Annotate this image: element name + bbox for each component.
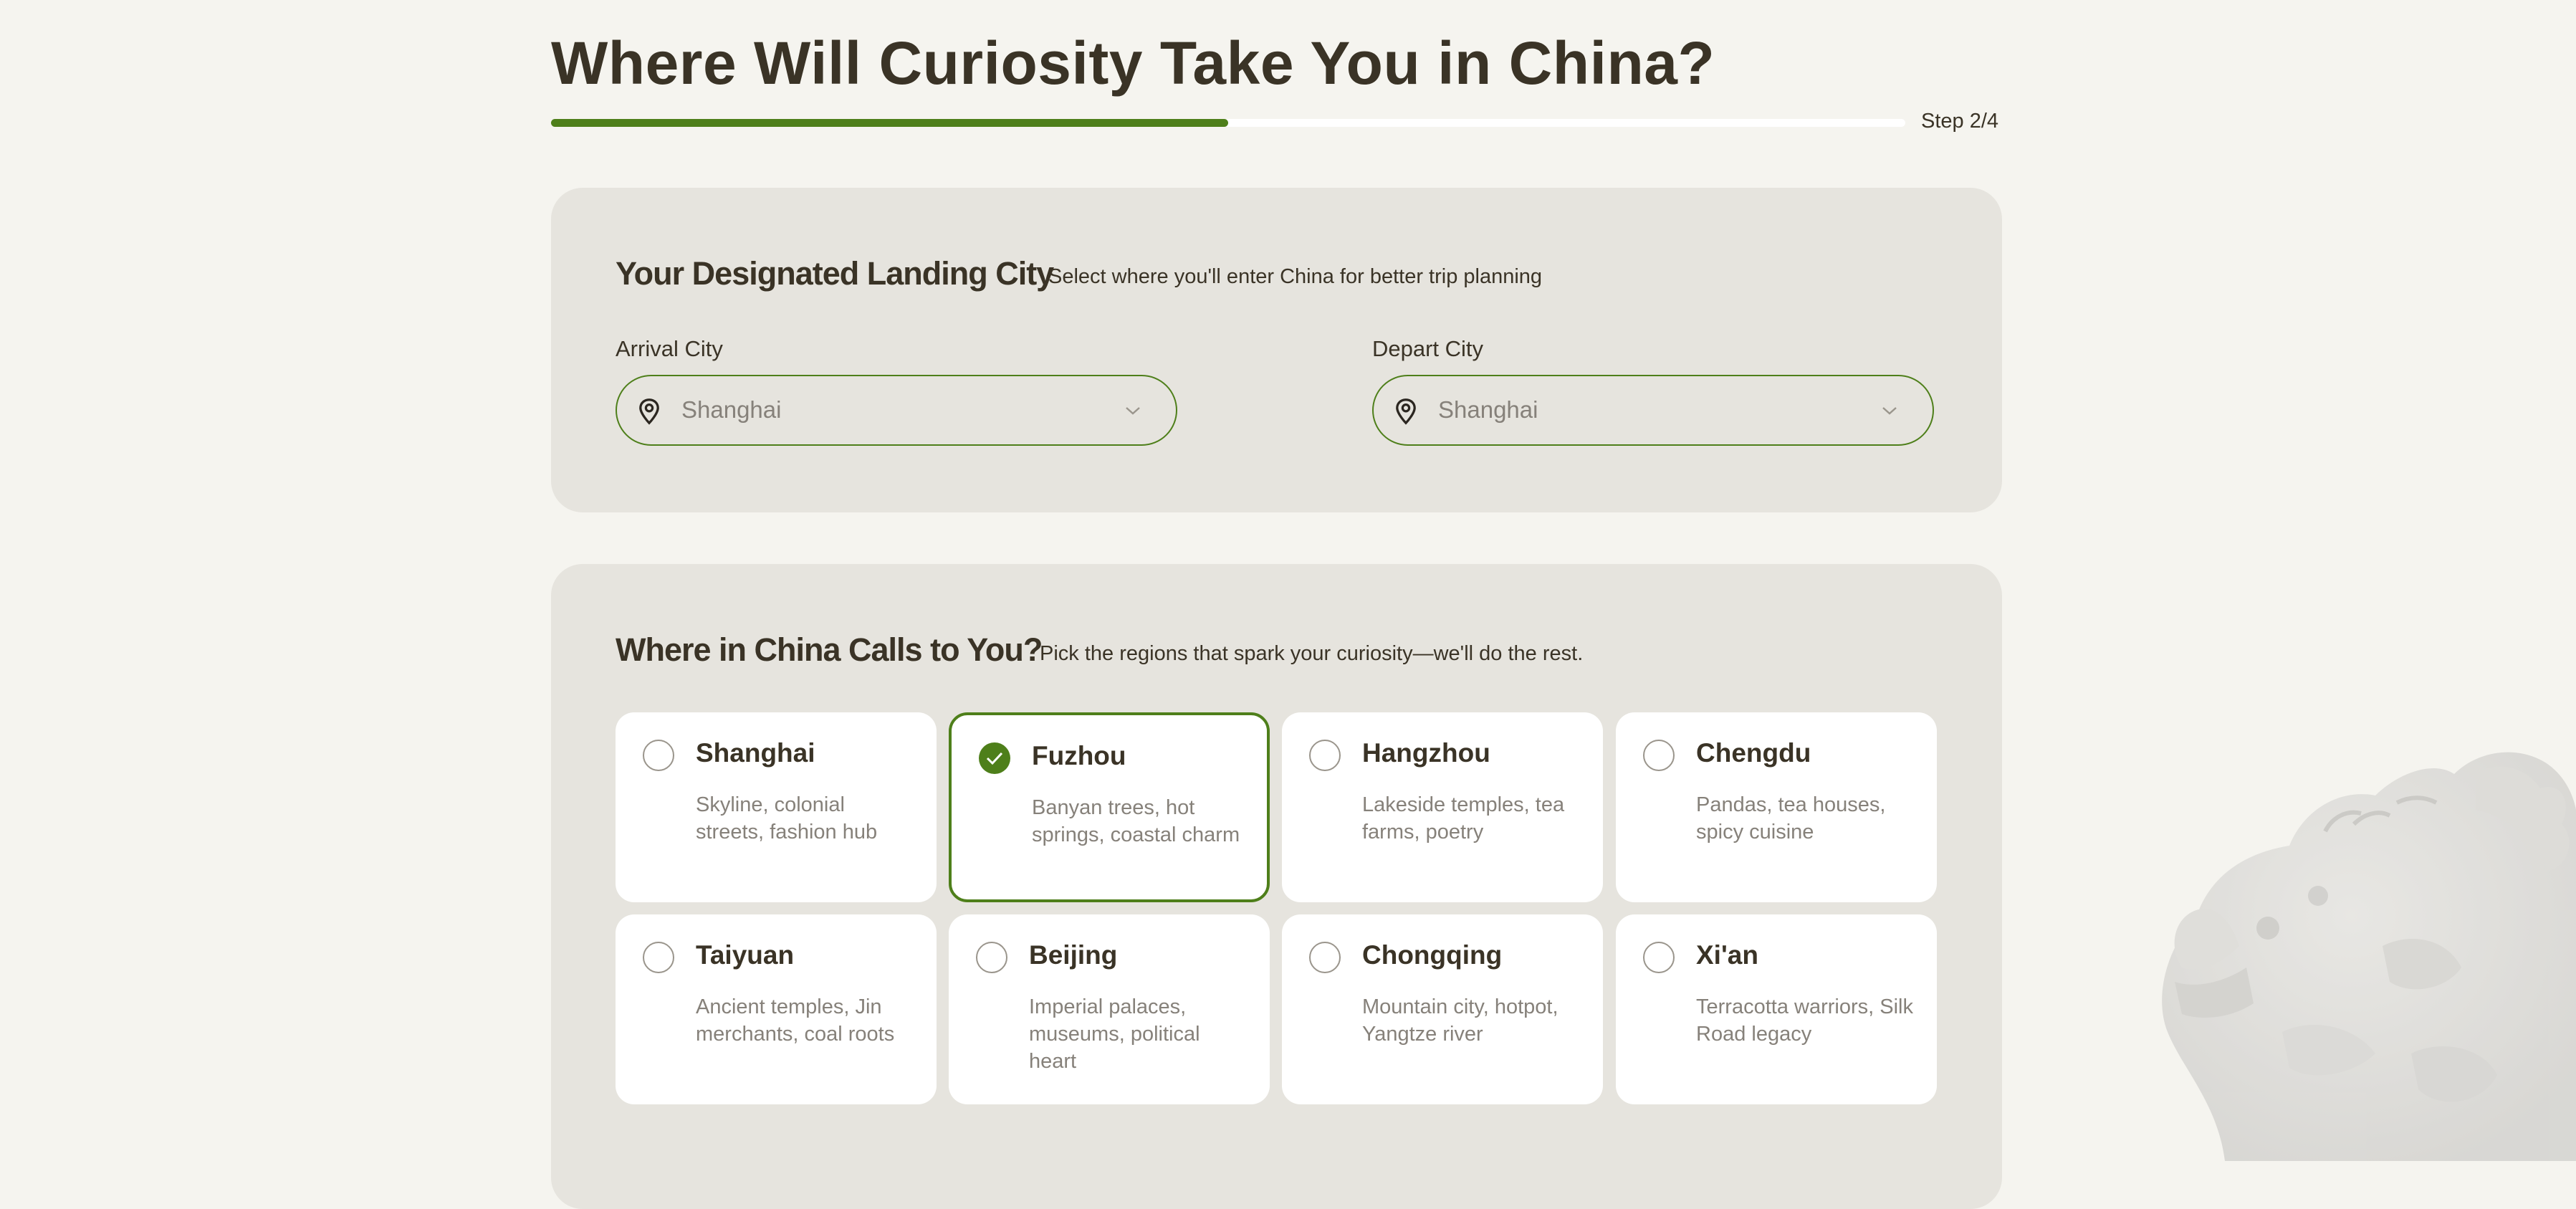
map-pin-icon [1396,398,1416,425]
region-name: Chongqing [1362,940,1503,970]
region-card[interactable]: Xi'an Terracotta warriors, Silk Road lega… [1616,914,1937,1104]
depart-city-select[interactable]: Shanghai [1372,375,1934,446]
chevron-down-icon [1126,407,1140,415]
progress-bar [551,119,1905,127]
arrival-city-label: Arrival City [616,336,723,361]
region-name: Hangzhou [1362,738,1490,768]
region-name: Taiyuan [696,940,795,970]
check-icon [986,752,1003,765]
region-card[interactable]: Chengdu Pandas, tea houses, spicy cuisine [1616,712,1937,902]
regions-section-subtitle: Pick the regions that spark your curiosi… [1040,642,1584,665]
radio-unchecked[interactable] [1643,740,1675,771]
depart-city-label: Depart City [1372,336,1484,361]
region-name: Xi'an [1696,940,1758,970]
arrival-city-select[interactable]: Shanghai [616,375,1177,446]
region-description: Imperial palaces, museums, political hea… [1029,995,1200,1073]
regions-section: Where in China Calls to You? Pick the re… [551,564,2002,1209]
region-card[interactable]: Shanghai Skyline, colonial streets, fashi… [616,712,937,902]
landing-section-title: Your Designated Landing City [616,255,1054,292]
radio-unchecked[interactable] [643,740,674,771]
radio-unchecked[interactable] [1309,740,1341,771]
region-name: Beijing [1029,940,1118,970]
step-indicator: Step 2/4 [1921,110,1999,133]
depart-city-value: Shanghai [1438,396,1538,423]
radio-unchecked[interactable] [643,942,674,973]
region-card[interactable]: Hangzhou Lakeside temples, tea farms, poe… [1282,712,1603,902]
radio-unchecked[interactable] [976,942,1007,973]
region-name: Fuzhou [1032,741,1126,770]
region-name: Shanghai [696,738,815,768]
radio-unchecked[interactable] [1643,942,1675,973]
map-pin-icon [639,398,659,425]
landing-section-subtitle: Select where you'll enter China for bett… [1048,265,1543,288]
guardian-lion-statue [2162,752,2576,1161]
region-description: Lakeside temples, tea farms, poetry [1362,793,1565,844]
landing-city-section: Your Designated Landing City Select wher… [551,188,2002,512]
region-description: Mountain city, hotpot, Yangtze river [1362,995,1558,1046]
region-description: Ancient temples, Jin merchants, coal roo… [696,995,895,1046]
arrival-city-value: Shanghai [681,396,782,423]
radio-checked[interactable] [979,742,1010,774]
region-description: Terracotta warriors, Silk Road legacy [1696,995,1913,1046]
radio-unchecked[interactable] [1309,942,1341,973]
progress-bar-fill [551,119,1228,127]
region-card[interactable]: Fuzhou Banyan trees, hot springs, coastal… [949,712,1270,902]
region-description: Banyan trees, hot springs, coastal charm [1032,796,1240,846]
region-card[interactable]: Beijing Imperial palaces, museums, politi… [949,914,1270,1104]
page-title: Where Will Curiosity Take You in China? [551,29,1715,97]
region-name: Chengdu [1696,738,1811,768]
region-card[interactable]: Taiyuan Ancient temples, Jin merchants, c… [616,914,937,1104]
chevron-down-icon [1882,407,1897,415]
region-description: Skyline, colonial streets, fashion hub [696,793,878,844]
regions-section-title: Where in China Calls to You? [616,631,1043,668]
region-card[interactable]: Chongqing Mountain city, hotpot, Yangtze … [1282,914,1603,1104]
region-description: Pandas, tea houses, spicy cuisine [1696,793,1886,844]
